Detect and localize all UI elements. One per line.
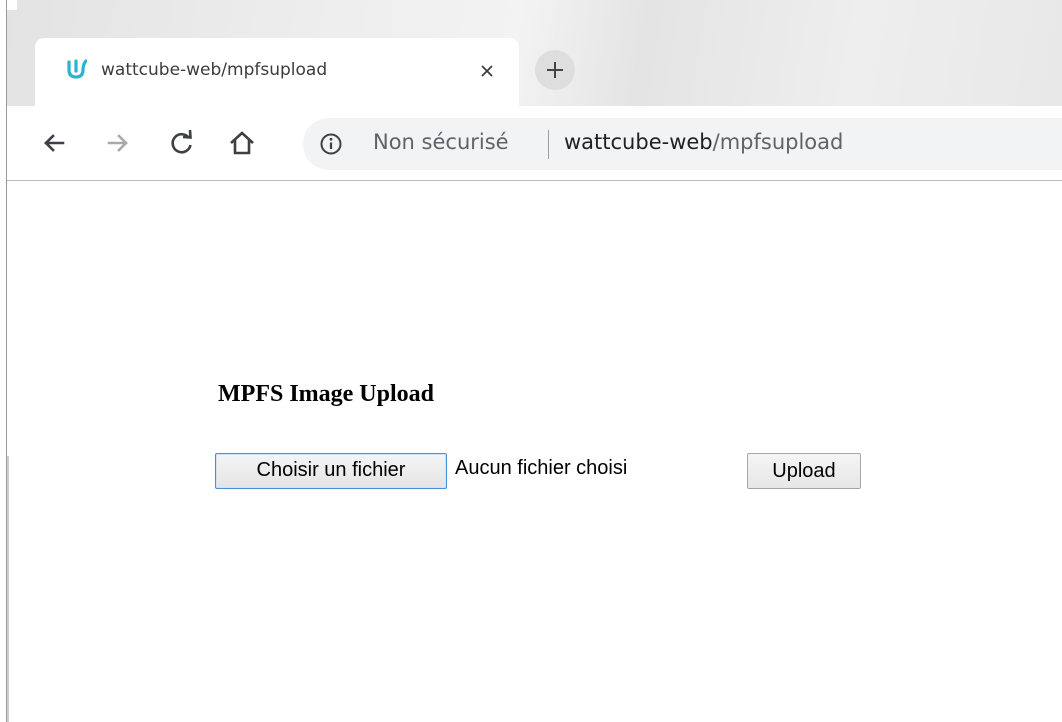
- reload-icon: [171, 129, 192, 154]
- arrow-right-icon: [107, 134, 128, 152]
- arrow-left-icon: [44, 134, 65, 152]
- browser-toolbar: Non sécurisé wattcube-web/mpfsupload: [7, 106, 1062, 181]
- security-label[interactable]: Non sécurisé: [373, 130, 509, 154]
- choose-file-button[interactable]: Choisir un fichier: [215, 453, 447, 489]
- new-tab-button[interactable]: [535, 50, 575, 90]
- url-text[interactable]: wattcube-web/mpfsupload: [564, 130, 843, 154]
- url-host: wattcube-web: [564, 130, 713, 154]
- page-content: MPFS Image Upload Choisir un fichier Auc…: [7, 181, 1062, 722]
- address-bar[interactable]: Non sécurisé wattcube-web/mpfsupload: [303, 118, 1062, 170]
- tab-title: wattcube-web/mpfsupload: [101, 60, 328, 80]
- wattcube-logo-icon: [65, 58, 88, 80]
- forward-button[interactable]: [103, 128, 133, 158]
- page-title: MPFS Image Upload: [218, 381, 434, 407]
- info-icon[interactable]: [319, 132, 343, 156]
- reload-button[interactable]: [167, 128, 197, 158]
- close-icon[interactable]: [478, 62, 496, 80]
- home-icon: [230, 131, 254, 155]
- file-status-text: Aucun fichier choisi: [455, 457, 628, 479]
- home-button[interactable]: [227, 128, 257, 158]
- window-corner: [7, 0, 17, 10]
- window-edge-shadow: [7, 456, 9, 722]
- upload-button[interactable]: Upload: [747, 453, 861, 489]
- browser-window: wattcube-web/mpfsupload Non sécurisé wat…: [6, 0, 1062, 722]
- url-path: /mpfsupload: [712, 130, 844, 154]
- tab-strip: wattcube-web/mpfsupload: [7, 0, 1062, 106]
- address-separator: [548, 130, 549, 159]
- back-button[interactable]: [39, 128, 69, 158]
- tab-active[interactable]: wattcube-web/mpfsupload: [35, 38, 519, 106]
- plus-icon: [547, 62, 563, 78]
